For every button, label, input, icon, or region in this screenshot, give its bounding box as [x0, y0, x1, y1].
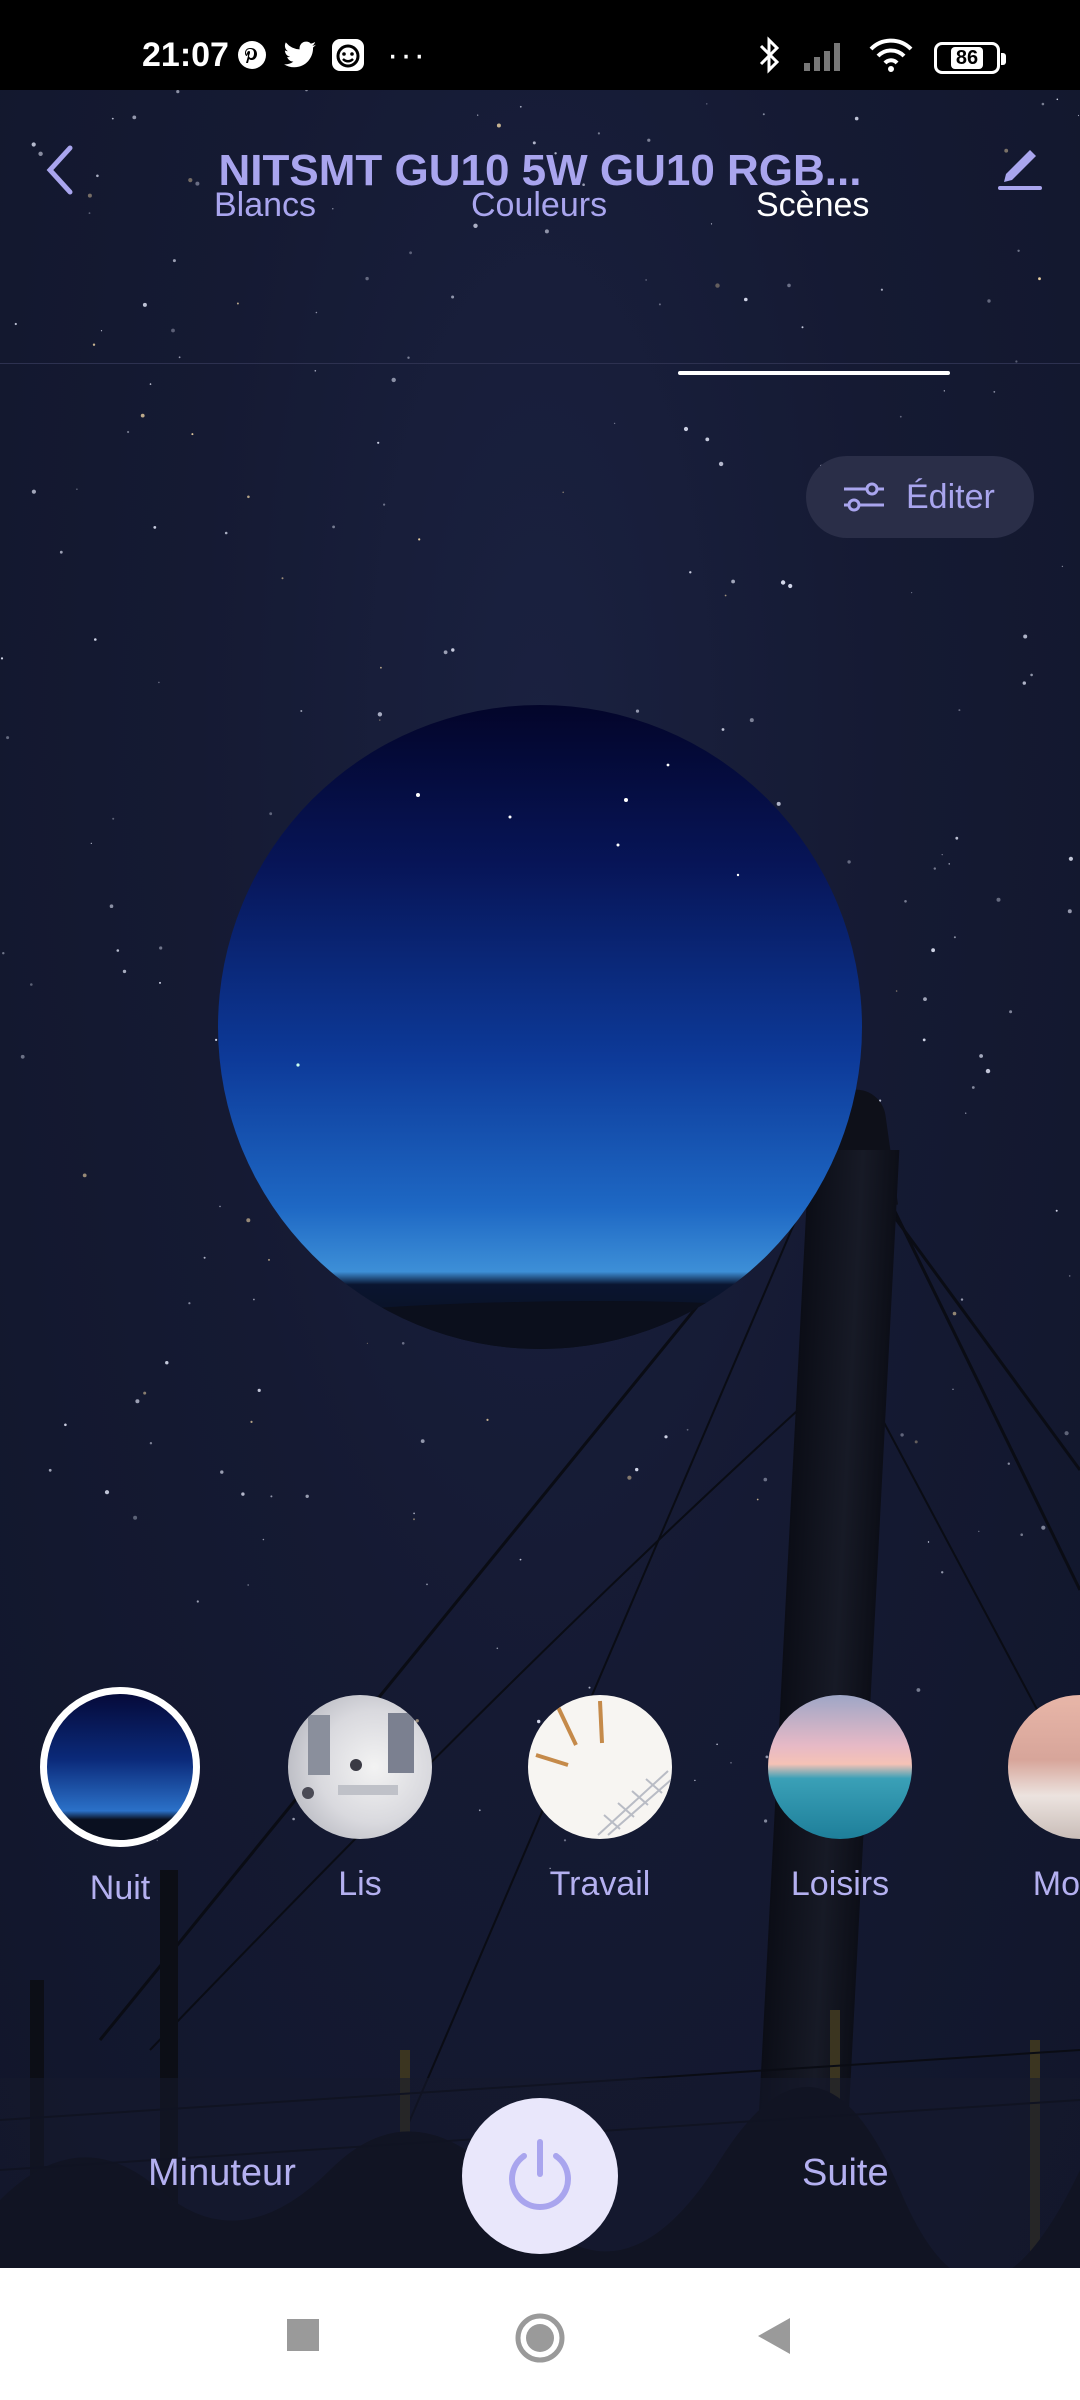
- scene-label: Mou, t: [1032, 1865, 1080, 1903]
- scene-item-mou[interactable]: Mou, t: [995, 1683, 1080, 1904]
- nav-back-button[interactable]: [756, 2316, 792, 2361]
- chevron-left-icon: [46, 145, 73, 195]
- sliders-icon: [844, 482, 884, 512]
- more-notifications: ···: [387, 36, 427, 74]
- scene-carousel: Nuit Lis Travail Loisirs Mo: [0, 1683, 1080, 1933]
- face-app-icon: [331, 38, 365, 72]
- scene-item-loisirs[interactable]: Loisirs: [755, 1683, 925, 1904]
- status-bar: 21:07 ··· 86: [0, 0, 1080, 90]
- system-icons: 86: [758, 36, 1006, 79]
- tab-scenes[interactable]: Scènes: [756, 186, 869, 225]
- twitter-icon: [283, 38, 317, 72]
- scene-item-nuit[interactable]: Nuit: [35, 1683, 205, 1908]
- battery-level: 86: [950, 46, 984, 69]
- edit-scene-button[interactable]: Éditer: [806, 456, 1034, 538]
- tab-couleurs[interactable]: Couleurs: [471, 186, 607, 225]
- mode-tabs: [0, 280, 1080, 364]
- pencil-icon: [998, 150, 1042, 190]
- back-button[interactable]: [36, 140, 86, 200]
- next-button[interactable]: Suite: [802, 2152, 889, 2195]
- scene-thumb-loisirs: [768, 1695, 912, 1839]
- power-icon: [509, 2139, 571, 2210]
- scene-item-travail[interactable]: Travail: [515, 1683, 685, 1904]
- scene-label: Travail: [549, 1865, 651, 1903]
- system-nav-bar: [0, 2268, 1080, 2400]
- timer-button[interactable]: Minuteur: [148, 2152, 296, 2195]
- scene-label: Lis: [338, 1865, 382, 1903]
- rename-button[interactable]: [990, 136, 1050, 196]
- preview-stars: [296, 763, 740, 1067]
- app-header: NITSMT GU10 5W GU10 RGB...: [0, 90, 1080, 260]
- home-button[interactable]: [514, 2312, 566, 2369]
- scene-screen: NITSMT GU10 5W GU10 RGB... Blancs Couleu…: [0, 90, 1080, 2268]
- pinterest-icon: [235, 38, 269, 72]
- bluetooth-icon: [758, 36, 782, 79]
- desk-image: [535, 1700, 672, 1836]
- tab-blancs[interactable]: Blancs: [214, 186, 316, 225]
- battery-icon: 86: [934, 41, 1006, 74]
- square-icon: [287, 2319, 319, 2351]
- scene-label: Loisirs: [790, 1865, 890, 1903]
- scene-label: Nuit: [89, 1869, 151, 1907]
- triangle-back-icon: [758, 2318, 790, 2354]
- wifi-icon: [868, 37, 914, 78]
- scene-thumb-nuit: [40, 1687, 200, 1847]
- scene-thumb-travail: [528, 1695, 672, 1839]
- scene-item-lis[interactable]: Lis: [275, 1683, 445, 1904]
- scene-preview: [218, 705, 862, 1349]
- library-image: [302, 1713, 414, 1799]
- signal-icon: [802, 39, 848, 76]
- scene-thumb-lis: [288, 1695, 432, 1839]
- circle-icon: [515, 2313, 565, 2363]
- status-time: 21:07: [142, 36, 229, 74]
- scene-thumb-mou: [1008, 1695, 1080, 1839]
- recents-button[interactable]: [286, 2318, 320, 2357]
- power-button[interactable]: [462, 2098, 618, 2254]
- notification-icons: ···: [235, 38, 427, 72]
- active-tab-indicator: [678, 371, 950, 375]
- edit-scene-label: Éditer: [906, 477, 995, 516]
